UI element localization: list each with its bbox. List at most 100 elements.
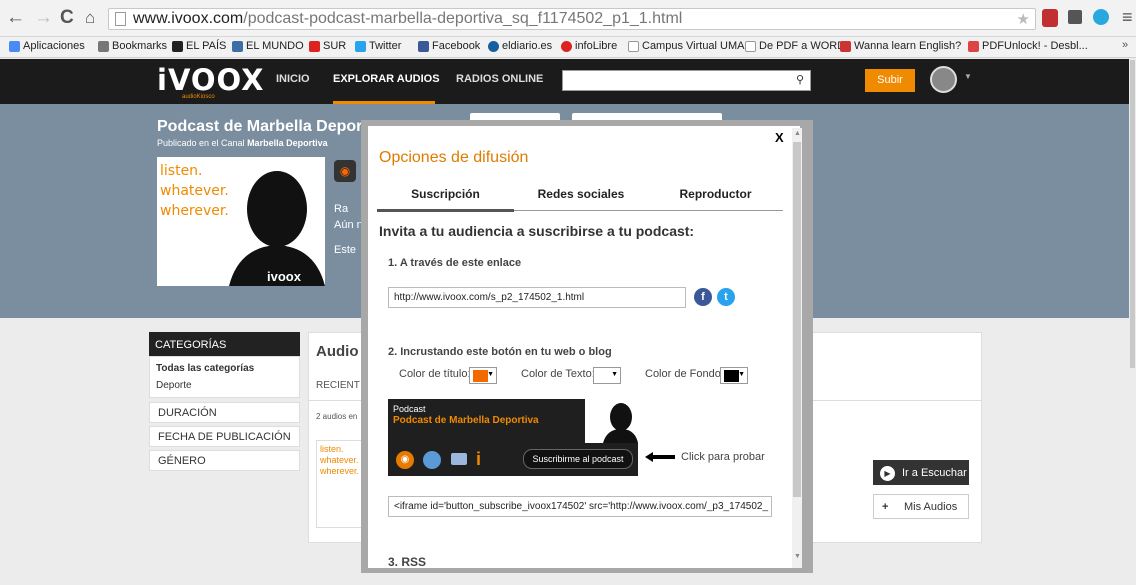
menu-icon[interactable]: ≡ xyxy=(1122,7,1133,28)
description-text: Este xyxy=(334,244,357,256)
text-color-label: Color de Texto: xyxy=(521,368,595,380)
extension-icon[interactable] xyxy=(1042,9,1058,27)
tab-active-indicator xyxy=(377,209,514,212)
url-path: /podcast-podcast-marbella-deportiva_sq_f… xyxy=(243,10,683,27)
podcast-title: Podcast de Marbella Deport xyxy=(157,118,368,135)
section-link-title: 1. A través de este enlace xyxy=(388,257,522,269)
search-icon[interactable]: ⚲ xyxy=(796,73,804,86)
nav-radios-online[interactable]: RADIOS ONLINE xyxy=(456,73,543,85)
section-rss-title: 3. RSS xyxy=(388,555,427,569)
audio-cover-text: listen. whatever. wherever. xyxy=(320,444,360,476)
bookmark-english[interactable]: Wanna learn English? xyxy=(840,40,961,52)
bookmark-twitter[interactable]: Twitter xyxy=(355,40,401,52)
url-host: www.ivoox.com xyxy=(133,10,244,27)
audios-heading: Audio xyxy=(316,343,359,360)
page-scrollbar-thumb[interactable] xyxy=(1130,60,1135,368)
scroll-up-icon[interactable]: ▲ xyxy=(794,130,801,137)
podcast-channel: Publicado en el Canal Marbella Deportiva xyxy=(157,138,328,148)
widget-label: Podcast xyxy=(393,404,426,414)
click-hint: Click para probar xyxy=(681,451,765,463)
site-logo[interactable]: iVOOX xyxy=(157,63,265,97)
sidebar: CATEGORÍAS Todas las categorías Deporte … xyxy=(149,332,300,471)
tab-suscripcion[interactable]: Suscripción xyxy=(377,187,514,201)
bookmark-eldiario[interactable]: eldiario.es xyxy=(488,40,552,52)
chevron-down-icon[interactable]: ▼ xyxy=(964,72,972,81)
category-item[interactable]: Deporte xyxy=(156,377,293,394)
filter-genre[interactable]: GÉNERO xyxy=(149,450,300,471)
filter-duration[interactable]: DURACIÓN xyxy=(149,402,300,423)
bookmark-elmundo[interactable]: EL MUNDO xyxy=(232,40,304,52)
page-icon xyxy=(115,12,126,26)
tab-recientes[interactable]: RECIENT xyxy=(316,380,360,391)
title-color-label: Color de título: xyxy=(399,368,471,380)
categories-header: CATEGORÍAS xyxy=(149,332,300,356)
address-bar[interactable]: www.ivoox.com/podcast-podcast-marbella-d… xyxy=(108,8,1036,30)
ivoox-icon[interactable]: i xyxy=(476,449,481,470)
bookmarks-bar: Aplicaciones Bookmarks EL PAÍS EL MUNDO … xyxy=(0,37,1136,58)
star-icon[interactable]: ★ xyxy=(1017,10,1030,28)
modal-title: Opciones de difusión xyxy=(379,149,529,166)
facebook-icon[interactable]: f xyxy=(694,288,712,306)
widget-cover xyxy=(585,399,638,443)
bookmark-apps[interactable]: Aplicaciones xyxy=(9,40,85,52)
plus-icon: + xyxy=(882,501,889,513)
status-text: Aún n xyxy=(334,219,363,231)
search-input[interactable]: ⚲ xyxy=(562,70,811,91)
close-button[interactable]: X xyxy=(775,130,784,145)
bookmark-elpais[interactable]: EL PAÍS xyxy=(172,40,226,52)
bg-color-label: Color de Fondo: xyxy=(645,368,724,380)
extension-icon[interactable] xyxy=(1068,10,1082,24)
home-icon[interactable]: ⌂ xyxy=(85,8,95,28)
scrollbar-thumb[interactable] xyxy=(793,142,801,497)
play-icon: ▶ xyxy=(880,466,895,481)
channel-link[interactable]: Marbella Deportiva xyxy=(247,138,328,148)
more-bookmarks-icon[interactable]: » xyxy=(1122,39,1128,51)
email-icon[interactable] xyxy=(451,453,467,465)
bookmark-facebook[interactable]: Facebook xyxy=(418,40,480,52)
logo-subtitle: audioKiosco xyxy=(182,94,215,100)
bg-color-picker[interactable]: ▼ xyxy=(720,367,748,384)
skype-icon[interactable] xyxy=(1093,9,1109,25)
subscribe-button[interactable]: Suscribirme al podcast xyxy=(523,449,633,469)
bookmark-folder[interactable]: Bookmarks xyxy=(98,40,167,52)
browser-toolbar: ← → C ⌂ www.ivoox.com/podcast-podcast-ma… xyxy=(0,0,1136,37)
twitter-icon[interactable]: t xyxy=(717,288,735,306)
arrow-left-icon xyxy=(645,452,675,462)
go-listen-button[interactable]: ▶ Ir a Escuchar xyxy=(873,460,969,485)
categories-list: Todas las categorías Deporte xyxy=(149,356,300,398)
forward-icon[interactable]: → xyxy=(34,8,53,28)
text-color-picker[interactable]: ▼ xyxy=(593,367,621,384)
back-icon[interactable]: ← xyxy=(6,8,25,28)
rating-text: Ra xyxy=(334,203,349,215)
rss-icon[interactable]: ◉ xyxy=(396,451,414,469)
audio-count: 2 audios en xyxy=(316,412,358,421)
bookmark-campus[interactable]: Campus Virtual UMA xyxy=(628,40,745,52)
widget-title: Podcast de Marbella Deportiva xyxy=(393,415,539,426)
nav-inicio[interactable]: INICIO xyxy=(276,73,310,85)
rss-icon[interactable]: ◉ xyxy=(334,160,356,182)
upload-button[interactable]: Subir xyxy=(865,69,915,92)
silhouette-image xyxy=(603,403,638,443)
avatar[interactable] xyxy=(930,66,957,93)
invite-heading: Invita a tu audiencia a suscribirse a tu… xyxy=(379,223,695,239)
bookmark-pdf[interactable]: De PDF a WORD xyxy=(745,40,845,52)
embed-code-input[interactable]: <iframe id='button_subscribe_ivoox174502… xyxy=(388,496,772,517)
tab-reproductor[interactable]: Reproductor xyxy=(648,187,783,201)
bookmark-sur[interactable]: SUR xyxy=(309,40,346,52)
nav-explorar-audios[interactable]: EXPLORAR AUDIOS xyxy=(333,73,440,85)
my-audios-button[interactable]: + Mis Audios xyxy=(873,494,969,519)
category-item[interactable]: Todas las categorías xyxy=(156,360,293,377)
section-embed-title: 2. Incrustando este botón en tu web o bl… xyxy=(388,346,612,358)
silhouette-image xyxy=(229,171,325,286)
audio-item-cover[interactable]: listen. whatever. wherever. xyxy=(316,440,366,528)
bookmark-infolibre[interactable]: infoLibre xyxy=(561,40,617,52)
filter-date[interactable]: FECHA DE PUBLICACIÓN xyxy=(149,426,300,447)
subscribe-link-input[interactable]: http://www.ivoox.com/s_p2_174502_1.html xyxy=(388,287,686,308)
reload-icon[interactable]: C xyxy=(60,8,74,28)
itunes-icon[interactable] xyxy=(423,451,441,469)
podcast-cover: listen. whatever. wherever. ivoox xyxy=(157,157,325,286)
bookmark-pdfunlock[interactable]: PDFUnlock! - Desbl... xyxy=(968,40,1088,52)
tab-redes-sociales[interactable]: Redes sociales xyxy=(514,187,648,201)
scroll-down-icon[interactable]: ▼ xyxy=(794,553,801,560)
title-color-picker[interactable]: ▼ xyxy=(469,367,497,384)
